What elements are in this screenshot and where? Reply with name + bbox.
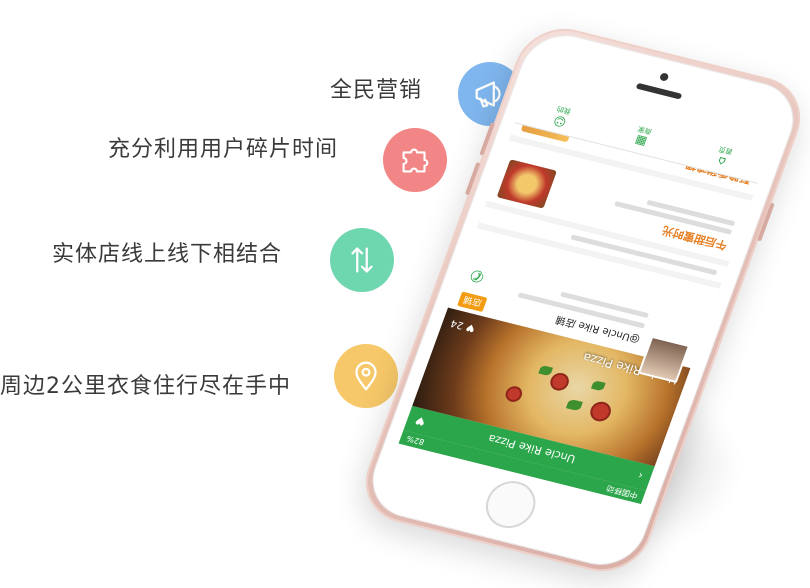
- feature-text-marketing: 全民营销: [330, 78, 423, 103]
- basil-topping: [538, 364, 554, 377]
- basil-topping: [590, 380, 606, 392]
- hero-likes[interactable]: ♥ 24: [449, 317, 477, 333]
- location-pin-icon: [355, 361, 377, 391]
- phone-call-icon[interactable]: ✆: [467, 266, 487, 287]
- puzzle-icon: [402, 148, 429, 173]
- feature-text-online-offline: 实体店线上线下相结合: [52, 242, 283, 267]
- likes-count: 24: [449, 317, 466, 331]
- home-button[interactable]: [479, 476, 543, 534]
- puzzle-icon-circle: [383, 128, 447, 192]
- battery-label: 82%: [405, 434, 426, 448]
- tab-mine[interactable]: ☺ 我的: [551, 103, 573, 129]
- back-icon[interactable]: ‹: [636, 469, 645, 482]
- front-camera: [658, 72, 670, 82]
- basil-topping: [565, 398, 583, 412]
- arrows-updown-icon-circle: [330, 228, 394, 292]
- tomato-topping: [503, 384, 525, 404]
- feature-text-nearby: 周边2公里衣食住行尽在手中: [0, 374, 291, 399]
- tomato-topping: [587, 399, 614, 424]
- home-icon: ⌂: [715, 153, 728, 169]
- arrows-updown-icon: [351, 247, 373, 273]
- tomato-topping: [547, 371, 572, 393]
- tab-label: 首页: [717, 144, 734, 156]
- tab-merchant[interactable]: ▦ 商家: [632, 124, 654, 150]
- store-icon: ▦: [632, 133, 649, 150]
- tab-label: 我的: [555, 104, 573, 116]
- user-icon: ☺: [551, 112, 569, 130]
- speaker: [635, 82, 683, 100]
- location-pin-icon-circle: [334, 344, 398, 408]
- heart-icon[interactable]: ♥: [413, 414, 427, 429]
- tab-home[interactable]: ⌂ 首页: [712, 144, 734, 170]
- tab-label: 商家: [636, 124, 654, 136]
- feature-text-fragmented-time: 充分利用用户碎片时间: [108, 137, 339, 162]
